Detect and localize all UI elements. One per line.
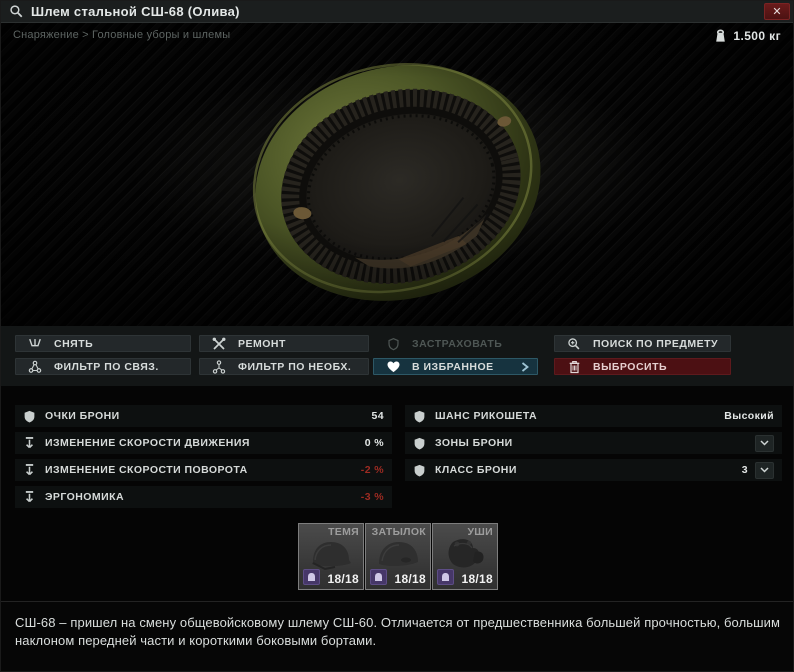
stat-label: КЛАСС БРОНИ [435,464,517,476]
stat-row-movement-speed: ИЗМЕНЕНИЕ СКОРОСТИ ДВИЖЕНИЯ 0 % [15,432,392,454]
button-label: В ИЗБРАННОЕ [412,360,494,373]
weight-indicator: 1.500 кг [714,28,781,43]
chevron-down-icon [760,467,769,473]
stat-row-armor-zones: ЗОНЫ БРОНИ [405,432,782,454]
stat-value: 3 [741,464,748,476]
weight-value: 1.500 кг [733,28,781,43]
button-label: РЕМОНТ [238,337,286,350]
stat-row-turn-speed: ИЗМЕНЕНИЕ СКОРОСТИ ПОВОРОТА -2 % [15,459,392,481]
stat-value: 0 % [364,437,384,449]
stat-label: ШАНС РИКОШЕТА [435,410,538,422]
zone-durability: 18/18 [461,572,493,586]
zone-durability: 18/18 [394,572,426,586]
decrease-icon [22,462,36,478]
stat-label: ОЧКИ БРОНИ [45,410,120,422]
button-label: ПОИСК ПО ПРЕДМЕТУ [593,337,719,350]
search-icon [9,4,24,19]
button-label: ЗАСТРАХОВАТЬ [412,337,503,350]
armor-class-dropdown-button[interactable] [755,461,774,479]
shield-icon [412,435,426,451]
item-inspect-window: Шлем стальной СШ-68 (Олива) ✕ Снаряжение… [0,0,794,672]
armor-plate-icon [437,569,454,585]
stat-row-ergonomics: ЭРГОНОМИКА -3 % [15,486,392,508]
stat-label: ИЗМЕНЕНИЕ СКОРОСТИ ПОВОРОТА [45,464,248,476]
favorite-button[interactable]: В ИЗБРАННОЕ [373,358,538,375]
filter-by-required-button[interactable]: ФИЛЬТР ПО НЕОБХ. [199,358,369,375]
heart-icon [374,360,412,373]
search-plus-icon [555,337,593,351]
chevron-down-icon [760,440,769,446]
close-icon: ✕ [772,6,782,18]
button-label: ВЫБРОСИТЬ [593,360,668,373]
required-filter-icon [200,359,238,374]
linked-filter-icon [16,360,54,374]
stat-label: ЭРГОНОМИКА [45,491,124,503]
armor-zone-cards: ТЕМЯ 18/18 ЗАТЫЛОК 18/18 УШИ 18/18 [298,523,499,590]
window-title: Шлем стальной СШ-68 (Олива) [31,4,240,19]
stat-value: 54 [371,410,384,422]
button-label: СНЯТЬ [54,337,94,350]
decrease-icon [22,435,36,451]
description-panel: СШ-68 – пришел на смену общевойсковому ш… [1,601,793,671]
stat-value: -2 % [360,464,384,476]
armor-plate-icon [370,569,387,585]
trash-icon [555,360,593,374]
item-description: СШ-68 – пришел на смену общевойсковому ш… [15,615,781,649]
stat-value: -3 % [360,491,384,503]
zone-durability: 18/18 [327,572,359,586]
stat-row-armor-points: ОЧКИ БРОНИ 54 [15,405,392,427]
insure-button[interactable]: ЗАСТРАХОВАТЬ [373,335,538,352]
button-label: ФИЛЬТР ПО СВЯЗ. [54,360,159,373]
decrease-icon [22,489,36,505]
button-label: ФИЛЬТР ПО НЕОБХ. [238,360,352,373]
stat-label: ИЗМЕНЕНИЕ СКОРОСТИ ДВИЖЕНИЯ [45,437,250,449]
armor-plate-icon [303,569,320,585]
zone-card-back[interactable]: ЗАТЫЛОК 18/18 [365,523,431,590]
weight-icon [716,29,726,42]
stat-value: Высокий [724,410,774,422]
unequip-icon [16,337,54,350]
shield-icon [22,408,36,424]
armor-zones-dropdown-button[interactable] [755,434,774,452]
search-by-item-button[interactable]: ПОИСК ПО ПРЕДМЕТУ [554,335,731,352]
filter-by-linked-button[interactable]: ФИЛЬТР ПО СВЯЗ. [15,358,191,375]
shield-icon [412,408,426,424]
stat-row-armor-class: КЛАСС БРОНИ 3 [405,459,782,481]
breadcrumb: Снаряжение > Головные уборы и шлемы [13,29,231,41]
shield-icon [412,462,426,478]
close-button[interactable]: ✕ [764,3,790,20]
stat-label: ЗОНЫ БРОНИ [435,437,513,449]
title-bar: Шлем стальной СШ-68 (Олива) ✕ [1,1,793,23]
stat-row-ricochet-chance: ШАНС РИКОШЕТА Высокий [405,405,782,427]
item-preview-area: Снаряжение > Головные уборы и шлемы 1.50… [1,23,793,326]
vignette-overlay [1,23,793,326]
repair-button[interactable]: РЕМОНТ [199,335,369,352]
chevron-right-icon [521,361,529,372]
shield-outline-icon [374,337,412,351]
action-toolbar: СНЯТЬ РЕМОНТ ЗАСТРАХОВАТЬ ПОИСК ПО ПРЕДМ… [1,326,793,671]
zone-card-top[interactable]: ТЕМЯ 18/18 [298,523,364,590]
unequip-button[interactable]: СНЯТЬ [15,335,191,352]
zone-card-ears[interactable]: УШИ 18/18 [432,523,498,590]
discard-button[interactable]: ВЫБРОСИТЬ [554,358,731,375]
repair-icon [200,337,238,351]
